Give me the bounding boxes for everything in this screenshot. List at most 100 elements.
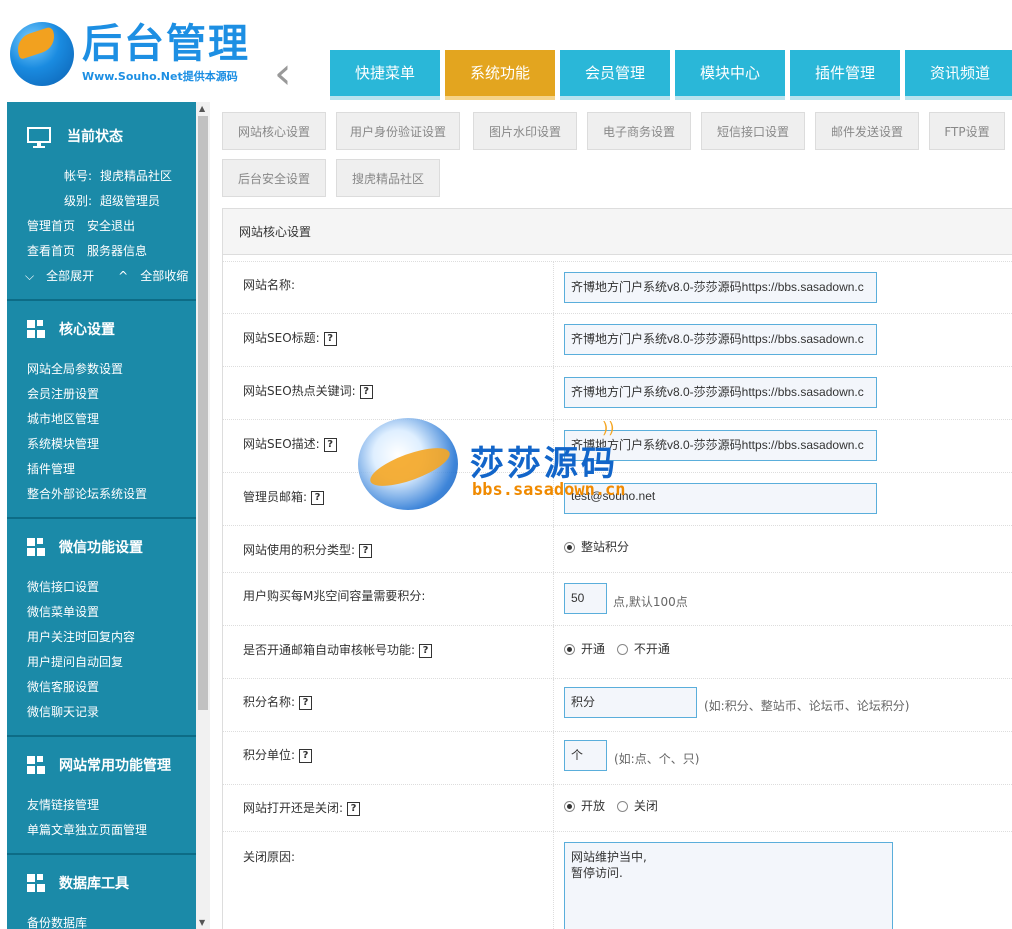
- sidebar-section-common: 网站常用功能管理 友情链接管理 单篇文章独立页面管理: [7, 737, 196, 855]
- server-info-link[interactable]: 服务器信息: [87, 244, 147, 258]
- help-icon[interactable]: ?: [359, 543, 373, 558]
- sidebar: 当前状态 帐号: 搜虎精品社区 级别: 超级管理员 管理首页 安全退出 查看首页 服务器…: [7, 102, 196, 929]
- help-icon[interactable]: ?: [299, 695, 313, 710]
- field-label: 用户购买每M兆空间容量需要积分:: [243, 589, 426, 603]
- sidebar-section-core: 核心设置 网站全局参数设置 会员注册设置 城市地区管理 系统模块管理 插件管理 …: [7, 301, 196, 519]
- admin-email-input[interactable]: test@souho.net: [564, 483, 877, 514]
- form-row: 网站名称: 齐博地方门户系统v8.0-莎莎源码https://bbs.sasad…: [223, 261, 1012, 313]
- top-nav: 快捷菜单 系统功能 会员管理 模块中心 插件管理 资讯频道: [330, 50, 1012, 100]
- tab-mail-settings[interactable]: 邮件发送设置: [815, 112, 919, 150]
- section-title[interactable]: 网站常用功能管理: [59, 755, 171, 775]
- help-icon[interactable]: ?: [347, 801, 361, 816]
- logout-link[interactable]: 安全退出: [87, 219, 135, 233]
- sidebar-scrollbar[interactable]: ▲ ▼: [196, 102, 210, 929]
- topnav-quick-menu[interactable]: 快捷菜单: [330, 50, 440, 100]
- help-icon[interactable]: ?: [299, 748, 313, 763]
- scroll-up-icon[interactable]: ▲: [199, 104, 205, 113]
- expand-all-link[interactable]: ⌵ 全部展开: [25, 269, 106, 283]
- topnav-modules[interactable]: 模块中心: [675, 50, 785, 100]
- admin-home-link[interactable]: 管理首页: [27, 219, 75, 233]
- sidebar-item-wechat-service[interactable]: 微信客服设置: [7, 675, 196, 700]
- help-icon[interactable]: ?: [419, 643, 433, 658]
- help-icon[interactable]: ?: [323, 331, 337, 346]
- help-icon[interactable]: ?: [359, 384, 373, 399]
- site-open-radio[interactable]: 开放: [564, 799, 605, 813]
- logo[interactable]: 后台管理 Www.Souho.Net提供本源码: [10, 18, 250, 88]
- radio-checked-icon: [564, 644, 575, 655]
- field-label: 积分名称:: [243, 695, 296, 709]
- account-value: 搜虎精品社区: [100, 169, 173, 183]
- space-cost-input[interactable]: 50: [564, 583, 607, 614]
- tab-core-settings[interactable]: 网站核心设置: [222, 112, 326, 150]
- sidebar-item-plugins[interactable]: 插件管理: [7, 457, 196, 482]
- scroll-down-icon[interactable]: ▼: [199, 918, 205, 927]
- sidebar-item-single-page[interactable]: 单篇文章独立页面管理: [7, 818, 196, 843]
- level-row: 级别: 超级管理员: [7, 189, 196, 214]
- chevron-left-icon[interactable]: ‹: [274, 52, 292, 96]
- sidebar-item-system-modules[interactable]: 系统模块管理: [7, 432, 196, 457]
- account-row: 帐号: 搜虎精品社区: [7, 164, 196, 189]
- sidebar-item-global-params[interactable]: 网站全局参数设置: [7, 357, 196, 382]
- field-label: 积分单位:: [243, 748, 296, 762]
- email-verify-on-radio[interactable]: 开通: [564, 642, 605, 656]
- sidebar-item-friend-links[interactable]: 友情链接管理: [7, 793, 196, 818]
- topnav-plugins[interactable]: 插件管理: [790, 50, 900, 100]
- tab-admin-security[interactable]: 后台安全设置: [222, 159, 326, 197]
- sidebar-item-forum-integration[interactable]: 整合外部论坛系统设置: [7, 482, 196, 507]
- field-label: 网站SEO标题:: [243, 331, 320, 345]
- sidebar-item-auto-reply[interactable]: 用户提问自动回复: [7, 650, 196, 675]
- header: 后台管理 Www.Souho.Net提供本源码 ‹ 快捷菜单 系统功能 会员管理…: [0, 0, 1012, 102]
- form-row: 网站SEO热点关键词:? 齐博地方门户系统v8.0-莎莎源码https://bb…: [223, 366, 1012, 419]
- tab-ftp-settings[interactable]: FTP设置: [929, 112, 1005, 150]
- scrollbar-thumb[interactable]: [198, 116, 208, 710]
- points-unit-hint: (如:点、个、只): [614, 752, 700, 766]
- logo-subtitle: Www.Souho.Net提供本源码: [82, 70, 238, 83]
- tab-ecommerce-settings[interactable]: 电子商务设置: [587, 112, 691, 150]
- topnav-system[interactable]: 系统功能: [445, 50, 555, 100]
- radio-unchecked-icon: [616, 644, 628, 655]
- field-label: 网站SEO热点关键词:: [243, 384, 356, 398]
- help-icon[interactable]: ?: [323, 437, 337, 452]
- sidebar-section-wechat: 微信功能设置 微信接口设置 微信菜单设置 用户关注时回复内容 用户提问自动回复 …: [7, 519, 196, 737]
- tab-auth-settings[interactable]: 用户身份验证设置: [336, 112, 460, 150]
- chevron-up-icon: ^: [118, 269, 129, 283]
- radio-unchecked-icon: [616, 801, 628, 812]
- sidebar-item-backup-db[interactable]: 备份数据库: [7, 911, 196, 929]
- field-label: 关闭原因:: [243, 850, 296, 864]
- points-unit-input[interactable]: 个: [564, 740, 607, 771]
- section-title[interactable]: 微信功能设置: [59, 537, 143, 557]
- help-icon[interactable]: ?: [311, 490, 325, 505]
- tab-sms-settings[interactable]: 短信接口设置: [701, 112, 805, 150]
- tab-watermark-settings[interactable]: 图片水印设置: [473, 112, 577, 150]
- form-row: 网站SEO标题:? 齐博地方门户系统v8.0-莎莎源码https://bbs.s…: [223, 313, 1012, 366]
- points-type-radio[interactable]: 整站积分: [564, 540, 629, 554]
- view-home-link[interactable]: 查看首页: [27, 244, 75, 258]
- site-close-radio[interactable]: 关闭: [616, 799, 658, 813]
- topnav-news[interactable]: 资讯频道: [905, 50, 1012, 100]
- sidebar-item-wechat-menu[interactable]: 微信菜单设置: [7, 600, 196, 625]
- section-title[interactable]: 数据库工具: [59, 873, 129, 893]
- field-label: 网站打开还是关闭:: [243, 801, 344, 815]
- seo-keywords-input[interactable]: 齐博地方门户系统v8.0-莎莎源码https://bbs.sasadown.c: [564, 377, 877, 408]
- seo-title-input[interactable]: 齐博地方门户系统v8.0-莎莎源码https://bbs.sasadown.c: [564, 324, 877, 355]
- sidebar-item-follow-reply[interactable]: 用户关注时回复内容: [7, 625, 196, 650]
- sidebar-item-wechat-api[interactable]: 微信接口设置: [7, 575, 196, 600]
- form-row: 积分单位:? 个 (如:点、个、只): [223, 731, 1012, 784]
- sidebar-section-database: 数据库工具 备份数据库: [7, 855, 196, 929]
- radio-checked-icon: [564, 801, 575, 812]
- points-name-input[interactable]: 积分: [564, 687, 697, 718]
- section-title[interactable]: 核心设置: [59, 319, 115, 339]
- tab-souho-community[interactable]: 搜虎精品社区: [336, 159, 440, 197]
- email-verify-off-radio[interactable]: 不开通: [616, 642, 670, 656]
- seo-desc-input[interactable]: 齐博地方门户系统v8.0-莎莎源码https://bbs.sasadown.c: [564, 430, 877, 461]
- sidebar-item-member-register[interactable]: 会员注册设置: [7, 382, 196, 407]
- form-row: 网站使用的积分类型:? 整站积分: [223, 525, 1012, 572]
- topnav-members[interactable]: 会员管理: [560, 50, 670, 100]
- close-reason-textarea[interactable]: 网站维护当中, 暂停访问.: [564, 842, 893, 929]
- sidebar-item-city-area[interactable]: 城市地区管理: [7, 407, 196, 432]
- status-title: 当前状态: [67, 129, 123, 145]
- field-label: 网站SEO描述:: [243, 437, 320, 451]
- collapse-all-link[interactable]: ^ 全部收缩: [118, 269, 196, 283]
- site-name-input[interactable]: 齐博地方门户系统v8.0-莎莎源码https://bbs.sasadown.c: [564, 272, 877, 303]
- sidebar-item-chat-log[interactable]: 微信聊天记录: [7, 700, 196, 725]
